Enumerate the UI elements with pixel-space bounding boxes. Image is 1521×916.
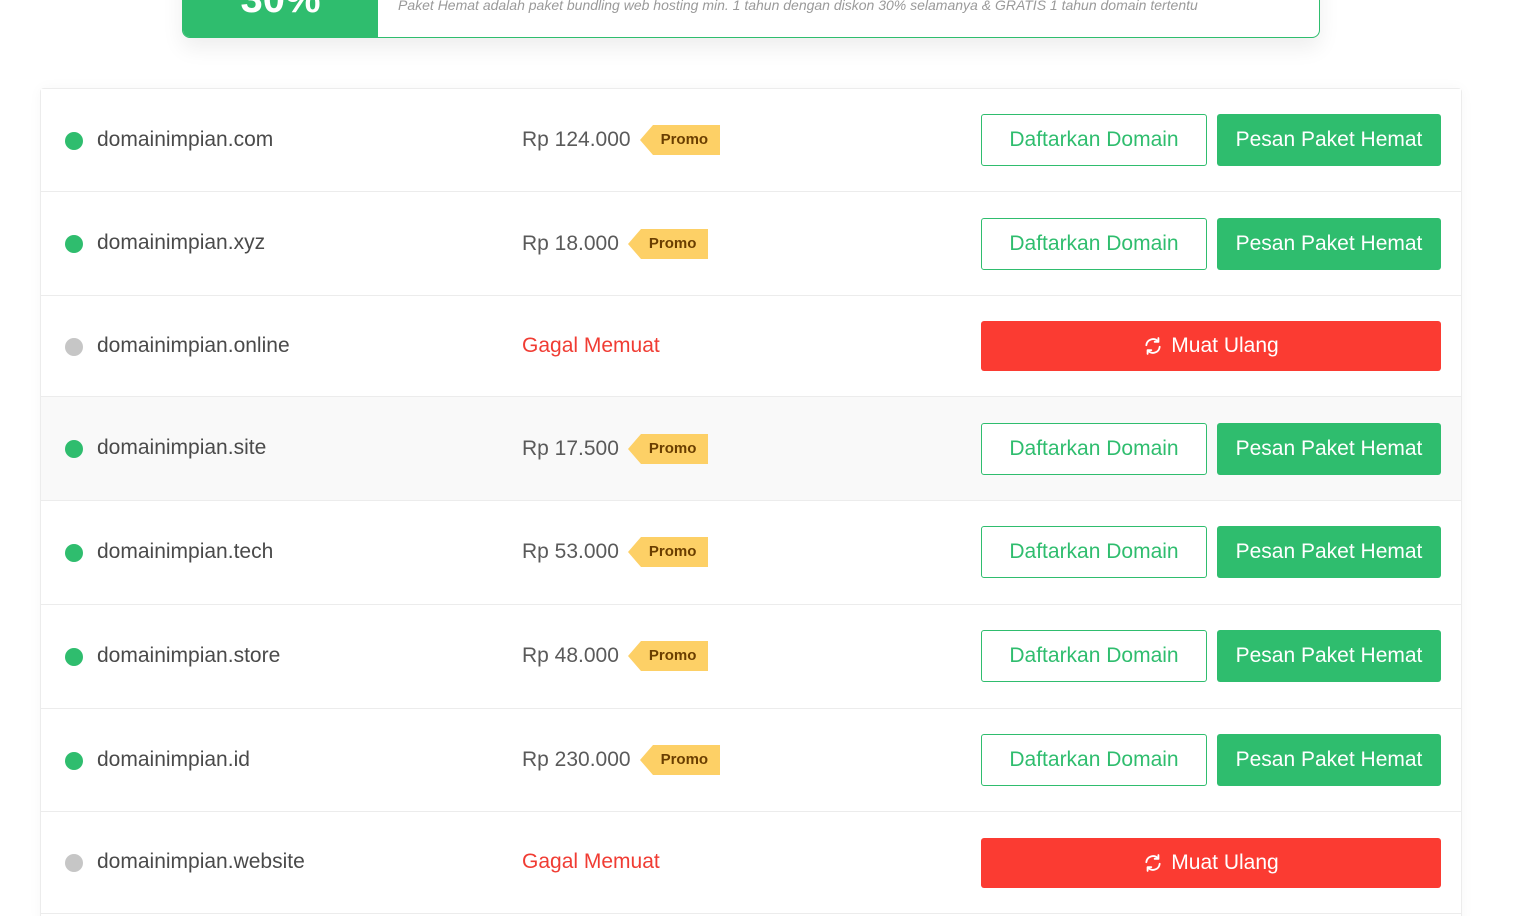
status-unknown-icon — [65, 854, 83, 872]
price-group: Rp 17.500 Promo — [522, 434, 709, 464]
register-domain-button[interactable]: Daftarkan Domain — [981, 114, 1207, 166]
order-paket-hemat-button[interactable]: Pesan Paket Hemat — [1217, 218, 1441, 270]
price-group: Rp 48.000 Promo — [522, 641, 709, 671]
domain-price: Rp 18.000 — [522, 232, 619, 255]
status-available-icon — [65, 132, 83, 150]
refresh-icon — [1145, 337, 1161, 355]
promo-badge: Promo — [628, 537, 709, 567]
table-row: domainimpian.xyz Rp 18.000 Promo Daftark… — [41, 192, 1461, 296]
price-group: Rp 53.000 Promo — [522, 537, 709, 567]
reload-label: Muat Ulang — [1171, 334, 1279, 357]
load-failed-text: Gagal Memuat — [522, 334, 660, 357]
order-paket-hemat-button[interactable]: Pesan Paket Hemat — [1217, 114, 1441, 166]
table-row: domainimpian.online Gagal Memuat Muat Ul… — [41, 296, 1461, 397]
table-row: domainimpian.store Rp 48.000 Promo Dafta… — [41, 605, 1461, 709]
domain-name: domainimpian.website — [97, 850, 305, 873]
domain-price: Rp 230.000 — [522, 748, 631, 771]
status-available-icon — [65, 440, 83, 458]
page: 30% Paket Hemat adalah paket bundling we… — [0, 0, 1521, 916]
order-paket-hemat-button[interactable]: Pesan Paket Hemat — [1217, 630, 1441, 682]
domain-name: domainimpian.online — [97, 334, 290, 357]
domain-name: domainimpian.xyz — [97, 231, 266, 254]
price-group: Rp 18.000 Promo — [522, 229, 709, 259]
register-domain-button[interactable]: Daftarkan Domain — [981, 734, 1207, 786]
status-available-icon — [65, 235, 83, 253]
status-available-icon — [65, 752, 83, 770]
domain-price: Rp 17.500 — [522, 437, 619, 460]
register-domain-button[interactable]: Daftarkan Domain — [981, 423, 1207, 475]
domain-results-table: domainimpian.com Rp 124.000 Promo Daftar… — [40, 88, 1462, 916]
register-domain-button[interactable]: Daftarkan Domain — [981, 630, 1207, 682]
domain-name: domainimpian.id — [97, 748, 250, 771]
domain-price: Rp 124.000 — [522, 128, 631, 151]
table-row: domainimpian.com Rp 124.000 Promo Daftar… — [41, 89, 1461, 192]
register-domain-button[interactable]: Daftarkan Domain — [981, 526, 1207, 578]
banner-description: Paket Hemat adalah paket bundling web ho… — [398, 0, 1198, 13]
paket-hemat-banner: 30% Paket Hemat adalah paket bundling we… — [182, 0, 1320, 38]
order-paket-hemat-button[interactable]: Pesan Paket Hemat — [1217, 734, 1441, 786]
promo-badge: Promo — [639, 745, 721, 775]
promo-badge: Promo — [639, 125, 721, 155]
domain-name: domainimpian.site — [97, 436, 267, 459]
register-domain-button[interactable]: Daftarkan Domain — [981, 218, 1207, 270]
domain-name: domainimpian.store — [97, 644, 281, 667]
reload-label: Muat Ulang — [1171, 851, 1279, 874]
domain-price: Rp 48.000 — [522, 644, 619, 667]
reload-button[interactable]: Muat Ulang — [981, 321, 1441, 371]
status-available-icon — [65, 648, 83, 666]
table-row: domainimpian.tech Rp 53.000 Promo Daftar… — [41, 501, 1461, 605]
table-row: domainimpian.site Rp 17.500 Promo Daftar… — [41, 397, 1461, 501]
order-paket-hemat-button[interactable]: Pesan Paket Hemat — [1217, 423, 1441, 475]
promo-badge: Promo — [628, 434, 709, 464]
order-paket-hemat-button[interactable]: Pesan Paket Hemat — [1217, 526, 1441, 578]
refresh-icon — [1145, 854, 1161, 872]
price-group: Rp 230.000 Promo — [522, 745, 721, 775]
table-row: domainimpian.website Gagal Memuat Muat U… — [41, 812, 1461, 914]
promo-badge: Promo — [628, 641, 709, 671]
reload-button[interactable]: Muat Ulang — [981, 838, 1441, 888]
price-group: Rp 124.000 Promo — [522, 125, 721, 155]
promo-badge: Promo — [628, 229, 709, 259]
domain-name: domainimpian.com — [97, 128, 274, 151]
domain-price: Rp 53.000 — [522, 540, 619, 563]
discount-badge: 30% — [183, 0, 378, 37]
status-available-icon — [65, 544, 83, 562]
table-row: domainimpian.id Rp 230.000 Promo Daftark… — [41, 709, 1461, 812]
load-failed-text: Gagal Memuat — [522, 850, 660, 873]
domain-name: domainimpian.tech — [97, 540, 274, 563]
status-unknown-icon — [65, 338, 83, 356]
